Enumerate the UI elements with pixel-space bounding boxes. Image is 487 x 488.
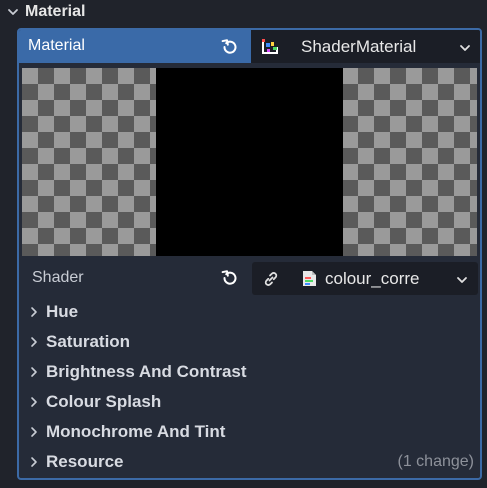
shader-file-icon: [303, 271, 316, 286]
material-preview-render: [156, 68, 343, 256]
section-title: Material: [25, 3, 86, 20]
chevron-right-icon: [31, 367, 37, 377]
material-panel: Material ShaderMaterial Shader colour_co…: [17, 28, 482, 480]
link-icon[interactable]: [262, 270, 280, 288]
shader-resource-name: colour_corre: [325, 269, 420, 288]
chevron-right-icon: [31, 397, 37, 407]
group-colour-splash[interactable]: Colour Splash: [19, 387, 480, 417]
group-saturation[interactable]: Saturation: [19, 327, 480, 357]
group-label: Monochrome And Tint: [46, 422, 226, 441]
group-resource[interactable]: Resource (1 change): [19, 447, 480, 477]
material-section-header[interactable]: Material: [0, 0, 487, 26]
group-label: Saturation: [46, 332, 131, 351]
material-property-label-box: Material: [19, 30, 251, 63]
shader-property-label: Shader: [32, 269, 84, 286]
revert-icon[interactable]: [220, 268, 240, 288]
material-resource-name: ShaderMaterial: [301, 37, 417, 56]
chevron-right-icon: [31, 337, 37, 347]
group-brightness-and-contrast[interactable]: Brightness And Contrast: [19, 357, 480, 387]
material-resource-picker[interactable]: ShaderMaterial: [251, 30, 480, 63]
chevron-right-icon: [31, 427, 37, 437]
material-property-label: Material: [28, 37, 85, 54]
change-count-label: (1 change): [397, 453, 475, 470]
group-label: Hue: [46, 302, 79, 321]
material-preview: [22, 68, 477, 256]
material-property-row: Material ShaderMaterial: [19, 30, 480, 63]
shader-resource-picker[interactable]: colour_corre: [252, 262, 478, 295]
chevron-right-icon: [31, 457, 37, 467]
chevron-down-icon[interactable]: [455, 273, 469, 287]
revert-icon[interactable]: [220, 37, 240, 57]
group-hue[interactable]: Hue: [19, 297, 480, 327]
chevron-down-icon[interactable]: [458, 41, 472, 55]
group-label: Colour Splash: [46, 392, 162, 411]
group-label: Brightness And Contrast: [46, 362, 247, 381]
chevron-right-icon: [31, 307, 37, 317]
group-label: Resource: [46, 452, 124, 471]
chevron-down-icon: [8, 9, 18, 15]
shader-property-row: Shader colour_corre: [19, 261, 480, 295]
shader-material-icon: [262, 39, 278, 54]
group-monochrome-and-tint[interactable]: Monochrome And Tint: [19, 417, 480, 447]
